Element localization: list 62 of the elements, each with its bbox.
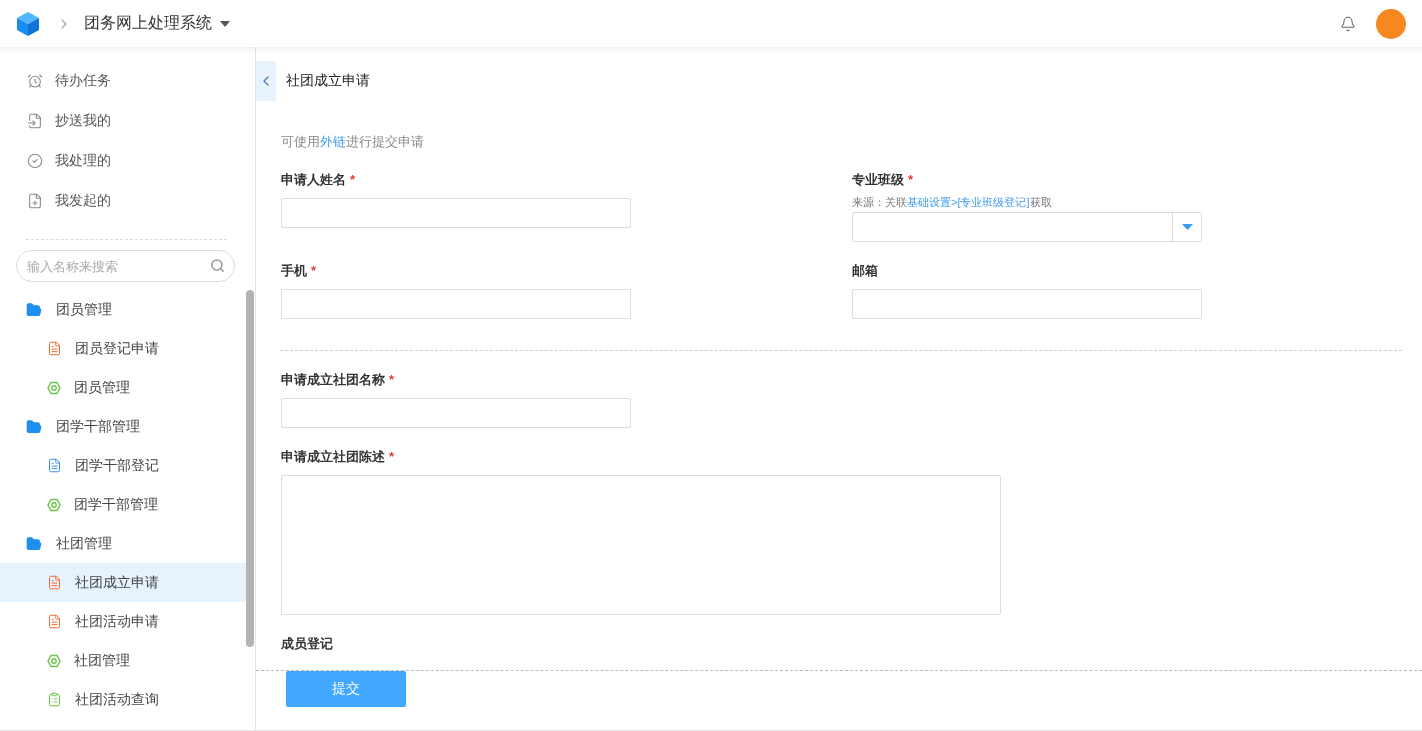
hexagon-icon xyxy=(47,653,61,668)
dropdown-button[interactable] xyxy=(1172,213,1201,241)
user-avatar[interactable] xyxy=(1376,8,1406,39)
nav-item[interactable]: 我处理的 xyxy=(0,141,255,181)
folder-icon xyxy=(26,535,42,552)
cube-logo-icon xyxy=(16,10,40,37)
text-input[interactable] xyxy=(281,398,631,428)
nav-item[interactable]: 我发起的 xyxy=(0,181,255,221)
required-mark: * xyxy=(350,172,356,187)
folder-icon xyxy=(26,301,42,318)
folder-item[interactable]: 团员管理 xyxy=(0,290,246,329)
field-label: 申请成立社团名称 xyxy=(281,371,385,389)
field-label: 邮箱 xyxy=(852,262,878,280)
document-icon xyxy=(47,341,62,356)
menu-item[interactable]: 社团活动查询 xyxy=(0,680,246,719)
page-title: 社团成立申请 xyxy=(286,72,370,90)
menu-item[interactable]: 社团管理 xyxy=(0,641,246,680)
menu-item[interactable]: 团员登记申请 xyxy=(0,329,246,368)
menu-item[interactable]: 团员管理 xyxy=(0,368,246,407)
nav-item[interactable]: 抄送我的 xyxy=(0,101,255,141)
textarea-field[interactable] xyxy=(281,475,1001,615)
required-mark: * xyxy=(389,372,395,387)
text-input[interactable] xyxy=(281,289,631,319)
nav-item[interactable]: 待办任务 xyxy=(0,61,255,101)
scrollbar-thumb[interactable] xyxy=(246,290,254,647)
required-mark: * xyxy=(908,172,914,187)
check-circle-icon xyxy=(27,153,43,169)
folder-icon xyxy=(26,418,42,435)
source-note: 来源：关联基础设置>[专业班级登记]获取 xyxy=(852,195,1053,210)
menu-item[interactable]: 团学干部登记 xyxy=(0,446,246,485)
required-mark: * xyxy=(311,263,317,278)
system-title[interactable]: 团务网上处理系统 xyxy=(84,13,230,34)
folder-item[interactable]: 社团管理 xyxy=(0,524,246,563)
hexagon-icon xyxy=(47,380,61,395)
caret-icon xyxy=(1181,224,1193,230)
folder-item[interactable]: 团学干部管理 xyxy=(0,407,246,446)
collapse-button[interactable] xyxy=(256,61,276,101)
hexagon-icon xyxy=(47,497,61,512)
menu-item[interactable]: 社团活动申请 xyxy=(0,602,246,641)
search-icon xyxy=(210,258,225,273)
notification-icon[interactable] xyxy=(1340,15,1356,32)
required-mark: * xyxy=(389,449,395,464)
text-input[interactable] xyxy=(281,198,631,228)
file-plus-icon xyxy=(27,193,43,209)
select-field[interactable] xyxy=(852,212,1202,242)
clipboard-icon xyxy=(47,692,62,707)
hint-text: 可使用外链进行提交申请 xyxy=(281,133,425,151)
file-arrow-icon xyxy=(27,113,43,129)
field-label: 申请人姓名 xyxy=(281,171,346,189)
section-heading: 成员登记 xyxy=(281,635,334,653)
alarm-clock-icon xyxy=(27,73,43,89)
document-icon xyxy=(47,458,62,473)
text-input[interactable] xyxy=(852,289,1202,319)
document-icon xyxy=(47,614,62,629)
menu-item[interactable]: 团学干部管理 xyxy=(0,485,246,524)
field-label: 专业班级 xyxy=(852,171,904,189)
document-icon xyxy=(47,575,62,590)
field-label: 手机 xyxy=(281,262,307,280)
search-field[interactable]: 输入名称来搜索 xyxy=(16,250,235,282)
field-label: 申请成立社团陈述 xyxy=(281,448,385,466)
menu-item[interactable]: 社团成立申请 xyxy=(0,563,246,602)
caret-icon xyxy=(220,20,230,27)
